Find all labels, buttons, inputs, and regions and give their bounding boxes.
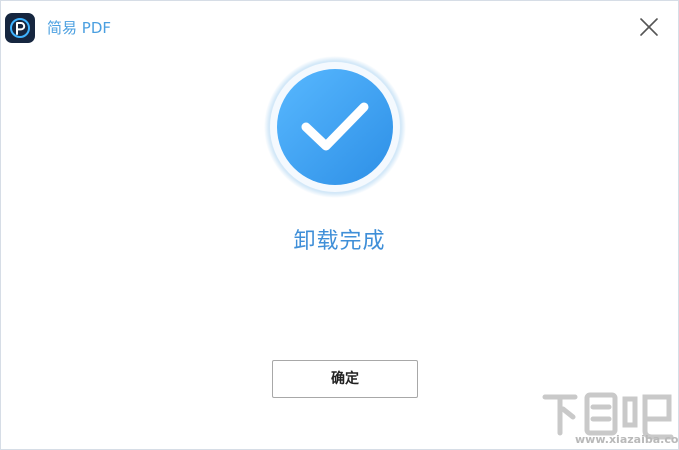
- uninstall-dialog: 简易 PDF 卸载完成 确定 www.xiazaiba.com: [0, 0, 679, 450]
- watermark-url: www.xiazaiba.com: [575, 433, 679, 446]
- app-title: 简易 PDF: [47, 19, 111, 37]
- app-logo-icon: [5, 13, 35, 43]
- confirm-button[interactable]: 确定: [272, 360, 418, 398]
- close-icon: [640, 18, 658, 36]
- close-button[interactable]: [635, 13, 663, 41]
- uninstall-complete-message: 卸载完成: [293, 229, 386, 254]
- app-logo-graphic: [10, 18, 30, 38]
- title-bar: 简易 PDF: [1, 1, 678, 51]
- checkmark-icon: [263, 55, 407, 199]
